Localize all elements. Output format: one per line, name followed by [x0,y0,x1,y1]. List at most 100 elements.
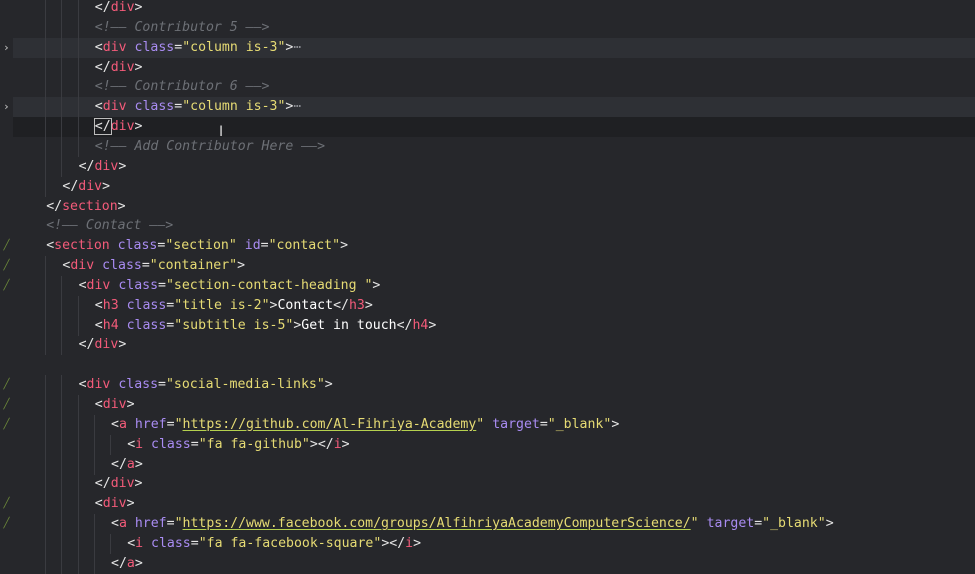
indent-guide [61,395,63,415]
indent-guide [93,553,95,574]
indent-guide [61,77,63,98]
indent-guide [61,97,63,118]
indent-guide [61,136,63,157]
code-editor[interactable]: </div> <!—— Contributor 5 ——> <div class="… [0,0,975,574]
indent-guide [77,553,79,574]
code-line[interactable]: <div class="column is-3">⋯ [13,37,975,58]
code-line[interactable]: <!—— Contributor 6 ——> [13,77,975,98]
git-modified-icon: ╱ [3,418,10,430]
code-line[interactable]: <section class="section" id="contact"> [13,236,975,256]
indent-guide [45,533,47,554]
code-line[interactable]: <h4 class="subtitle is-5">Get in touch</… [13,315,975,336]
indent-guide [77,57,79,78]
indent-guide [61,474,63,495]
indent-guide [61,117,63,138]
code-text: </section> [46,198,126,214]
indent-guide [61,494,63,515]
code-line[interactable]: <div class="section-contact-heading "> [13,275,975,296]
indent-guide [45,57,47,78]
indent-guide [93,533,95,554]
code-line[interactable]: <div> [13,494,975,515]
code-line[interactable]: </section> [13,197,975,217]
chevron-right-icon[interactable]: › [0,97,13,117]
code-line[interactable]: <div> [13,395,975,415]
indent-guide [45,553,47,574]
indent-guide [45,0,47,18]
code-text: <div class="section-contact-heading "> [78,277,381,293]
code-line[interactable]: <!—— Add Contributor Here ——> [13,136,975,157]
code-line[interactable]: </div> [13,156,975,177]
indent-guide [77,117,79,138]
indent-guide [77,395,79,415]
code-line[interactable]: </div> [13,117,975,138]
code-text: <h4 class="subtitle is-5">Get in touch</… [94,317,437,333]
indent-guide [45,275,47,296]
code-line[interactable]: <div class="container"> [13,256,975,277]
code-line[interactable]: </div> [13,335,975,356]
code-text: </div> [93,118,143,136]
code-line[interactable]: <i class="fa fa-github"></i> [13,434,975,455]
indent-guide [61,275,63,296]
code-line[interactable]: </a> [13,553,975,574]
code-text: <section class="section" id="contact"> [46,238,349,254]
indent-guide [45,295,47,316]
indent-guide [45,256,47,277]
indent-guide [77,97,79,118]
code-line[interactable]: </div> [13,176,975,197]
indent-guide [45,514,47,535]
code-text: <!—— Add Contributor Here ——> [94,138,326,154]
indent-guide [61,57,63,78]
code-line[interactable]: <h3 class="title is-2">Contact</h3> [13,295,975,316]
indent-guide [45,335,47,356]
indent-guide [45,37,47,58]
indent-guide [77,494,79,515]
code-line[interactable]: <a href="https://www.facebook.com/groups… [13,514,975,535]
code-line[interactable]: </div> [13,0,975,18]
code-line[interactable]: <i class="fa fa-facebook-square"></i> [13,533,975,554]
code-line[interactable]: <div class="column is-3">⋯ [13,97,975,118]
indent-guide [61,553,63,574]
indent-guide [45,454,47,475]
indent-guide [77,533,79,554]
indent-guide [61,414,63,435]
indent-guide [77,454,79,475]
code-text: <div class="column is-3">⋯ [94,39,302,55]
indent-guide [61,335,63,356]
indent-guide [45,97,47,118]
code-line[interactable]: <!—— Contact ——> [13,216,975,236]
indent-guide [61,375,63,396]
code-text: </a> [111,555,143,571]
code-line[interactable] [13,355,975,375]
indent-guide [77,77,79,98]
indent-guide [61,514,63,535]
code-text: <div class="social-media-links"> [78,377,333,393]
git-modified-icon: ╱ [3,518,10,530]
chevron-right-icon[interactable]: › [0,38,13,58]
code-text: <i class="fa fa-github"></i> [127,436,350,452]
code-text: <!—— Contact ——> [46,218,174,234]
code-line[interactable]: </a> [13,454,975,475]
code-line[interactable]: </div> [13,57,975,78]
indent-guide [61,295,63,316]
indent-guide [45,117,47,138]
code-text: <!—— Contributor 6 ——> [94,79,270,95]
code-line[interactable]: <a href="https://github.com/Al-Fihriya-A… [13,414,975,435]
code-line[interactable]: <!—— Contributor 5 ——> [13,17,975,38]
code-line[interactable]: </div> [13,474,975,495]
indent-guide [61,156,63,177]
indent-guide [77,474,79,495]
indent-guide [77,37,79,58]
indent-guide [77,514,79,535]
git-modified-icon: ╱ [3,379,10,391]
code-text: </div> [94,0,143,15]
indent-guide [77,17,79,38]
code-text: </div> [78,337,127,353]
code-text: <div class="column is-3">⋯ [94,99,302,115]
indent-guide [77,315,79,336]
code-text: </a> [111,456,143,472]
code-text: <i class="fa fa-facebook-square"></i> [127,535,422,551]
code-line[interactable]: <div class="social-media-links"> [13,375,975,396]
indent-guide [77,414,79,435]
indent-guide [45,77,47,98]
indent-guide [61,315,63,336]
